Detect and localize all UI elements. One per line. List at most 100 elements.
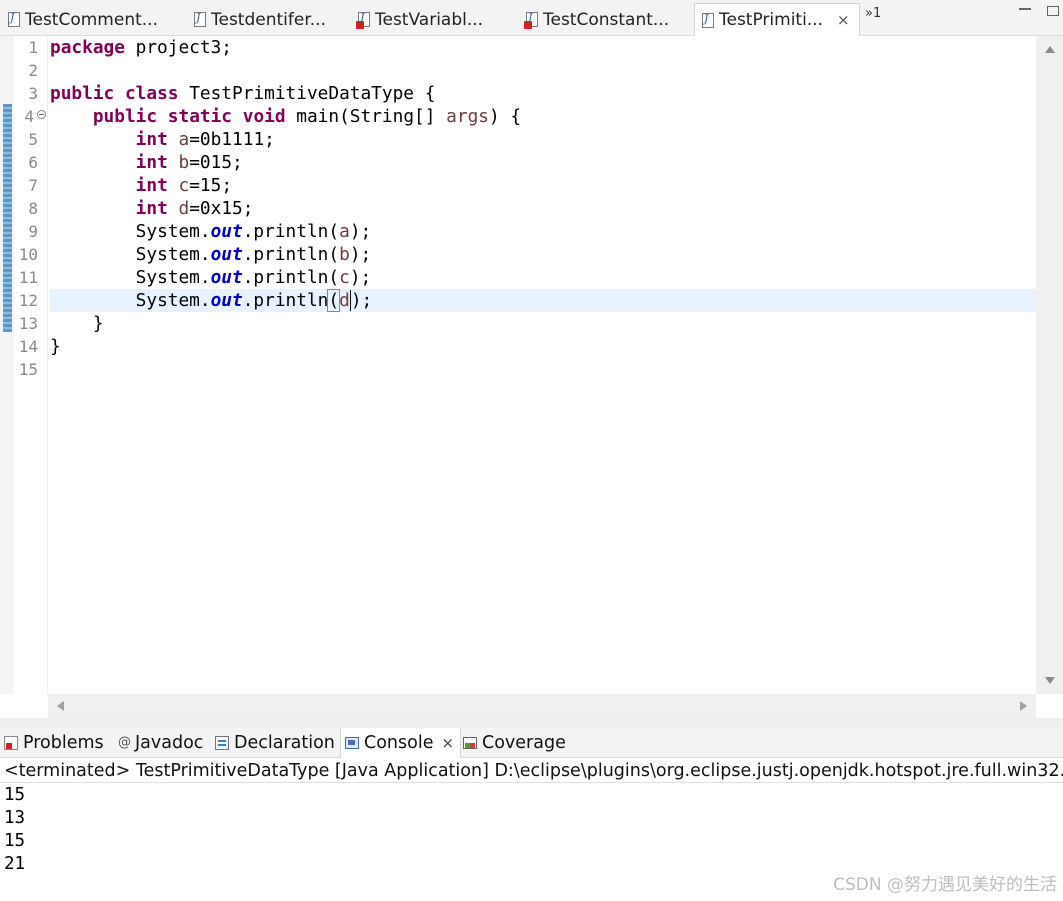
line-number: 7 [28,176,38,195]
code-text: .println [242,244,329,265]
scroll-up-icon[interactable] [1045,46,1055,53]
parameter: args [446,106,489,127]
scroll-left-icon[interactable] [57,701,64,711]
code-text: ( [328,267,340,288]
console-output-line: 21 [4,854,26,874]
code-line-5: int a=0b1111; [50,128,1036,151]
code-line-13: } [50,313,104,334]
editor-tab-label: TestComment... [25,9,158,30]
line-number: 15 [18,360,38,379]
java-file-error-icon [356,11,370,29]
text-caret: ) [349,290,362,311]
panel-divider[interactable] [0,718,1063,728]
code-editor[interactable]: 1 2 3 4 5 6 7 8 9 10 11 12 13 14 15 pack… [0,36,1063,718]
code-text: project3; [124,37,232,58]
line-number: 1 [28,38,38,57]
horizontal-scrollbar[interactable] [48,694,1036,718]
window-controls [1019,6,1059,16]
variable: a [339,221,350,242]
line-number: 4 [24,107,34,126]
variable: b [339,244,350,265]
tab-label: Coverage [482,733,566,753]
matching-bracket: ( [327,289,341,312]
scroll-right-icon[interactable] [1020,701,1027,711]
close-icon[interactable]: × [441,734,454,752]
variable: a [178,129,190,150]
static-field: out [210,267,243,288]
editor-tab-testconstant[interactable]: TestConstant... [524,3,669,36]
editor-tab-testcomment[interactable]: TestComment... [8,3,158,36]
keyword: void [242,106,286,127]
line-number: 13 [18,314,38,333]
code-text: =015; [189,152,243,173]
tab-problems[interactable]: Problems [0,728,104,758]
code-text: .println [242,290,329,311]
fold-collapse-icon[interactable] [37,110,46,119]
panel-tab-bar: Problems @ Javadoc Declaration Console ×… [0,728,1063,758]
static-field: out [210,290,243,311]
code-line-8: int d=0x15; [50,197,1036,220]
java-file-icon [194,11,206,27]
java-file-error-icon [524,11,538,29]
coverage-icon [463,737,477,749]
tab-console[interactable]: Console × [340,728,462,758]
tab-label: Problems [23,733,104,753]
tab-javadoc[interactable]: @ Javadoc [114,728,203,758]
code-text: TestPrimitiveDataType { [178,83,436,104]
code-text: =0b1111; [189,129,275,150]
console-output-line: 15 [4,785,26,805]
quick-diff-change-bar [3,104,12,332]
code-line-14: } [50,336,61,357]
code-text: .println [242,267,329,288]
line-number: 10 [18,245,38,264]
code-text: System. [135,221,211,242]
line-number: 2 [28,61,38,80]
tab-coverage[interactable]: Coverage [459,728,566,758]
editor-tab-label: TestVariabl... [375,9,484,30]
line-number: 9 [28,222,38,241]
tab-declaration[interactable]: Declaration [211,728,335,758]
line-number: 11 [18,268,38,287]
variable: d [339,290,350,311]
editor-tab-testdentifer[interactable]: Testdentifer... [194,3,326,36]
code-line-7: int c=15; [50,174,1036,197]
javadoc-icon: @ [118,735,131,750]
code-line-1: package project3; [50,36,1036,59]
problems-icon [4,736,18,750]
editor-tab-testvariabl[interactable]: TestVariabl... [356,3,484,36]
code-text: ( [328,221,340,242]
code-text: main(String[] [285,106,447,127]
vertical-scrollbar[interactable] [1036,36,1063,694]
tab-overflow-button[interactable]: »1 [865,6,881,21]
line-number: 8 [28,199,38,218]
code-line-11: System.out.println(c); [50,266,1036,289]
editor-tab-bar: TestComment... Testdentifer... TestVaria… [0,0,1063,36]
line-number: 6 [28,153,38,172]
code-line-10: System.out.println(b); [50,243,1036,266]
keyword: package [50,37,125,58]
code-line-4: public static void main(String[] args) { [50,105,1036,128]
code-text: ) { [488,106,522,127]
code-line-12-current: System.out.println(d); [50,289,1036,312]
code-area[interactable]: package project3; public class TestPrimi… [50,36,1036,694]
code-text: ); [349,221,372,242]
keyword: public [50,83,115,104]
variable: c [339,267,350,288]
editor-tab-testprimitive[interactable]: TestPrimiti... × [694,3,860,36]
console-process-header: <terminated> TestPrimitiveDataType [Java… [0,759,1063,783]
line-number: 14 [18,337,38,356]
scroll-down-icon[interactable] [1045,677,1055,684]
code-text: System. [135,244,211,265]
minimize-icon[interactable] [1019,6,1031,10]
code-text: ); [349,244,372,265]
keyword: int [135,198,168,219]
close-icon[interactable]: × [837,11,850,29]
java-file-icon [702,12,714,28]
maximize-icon[interactable] [1047,6,1059,16]
